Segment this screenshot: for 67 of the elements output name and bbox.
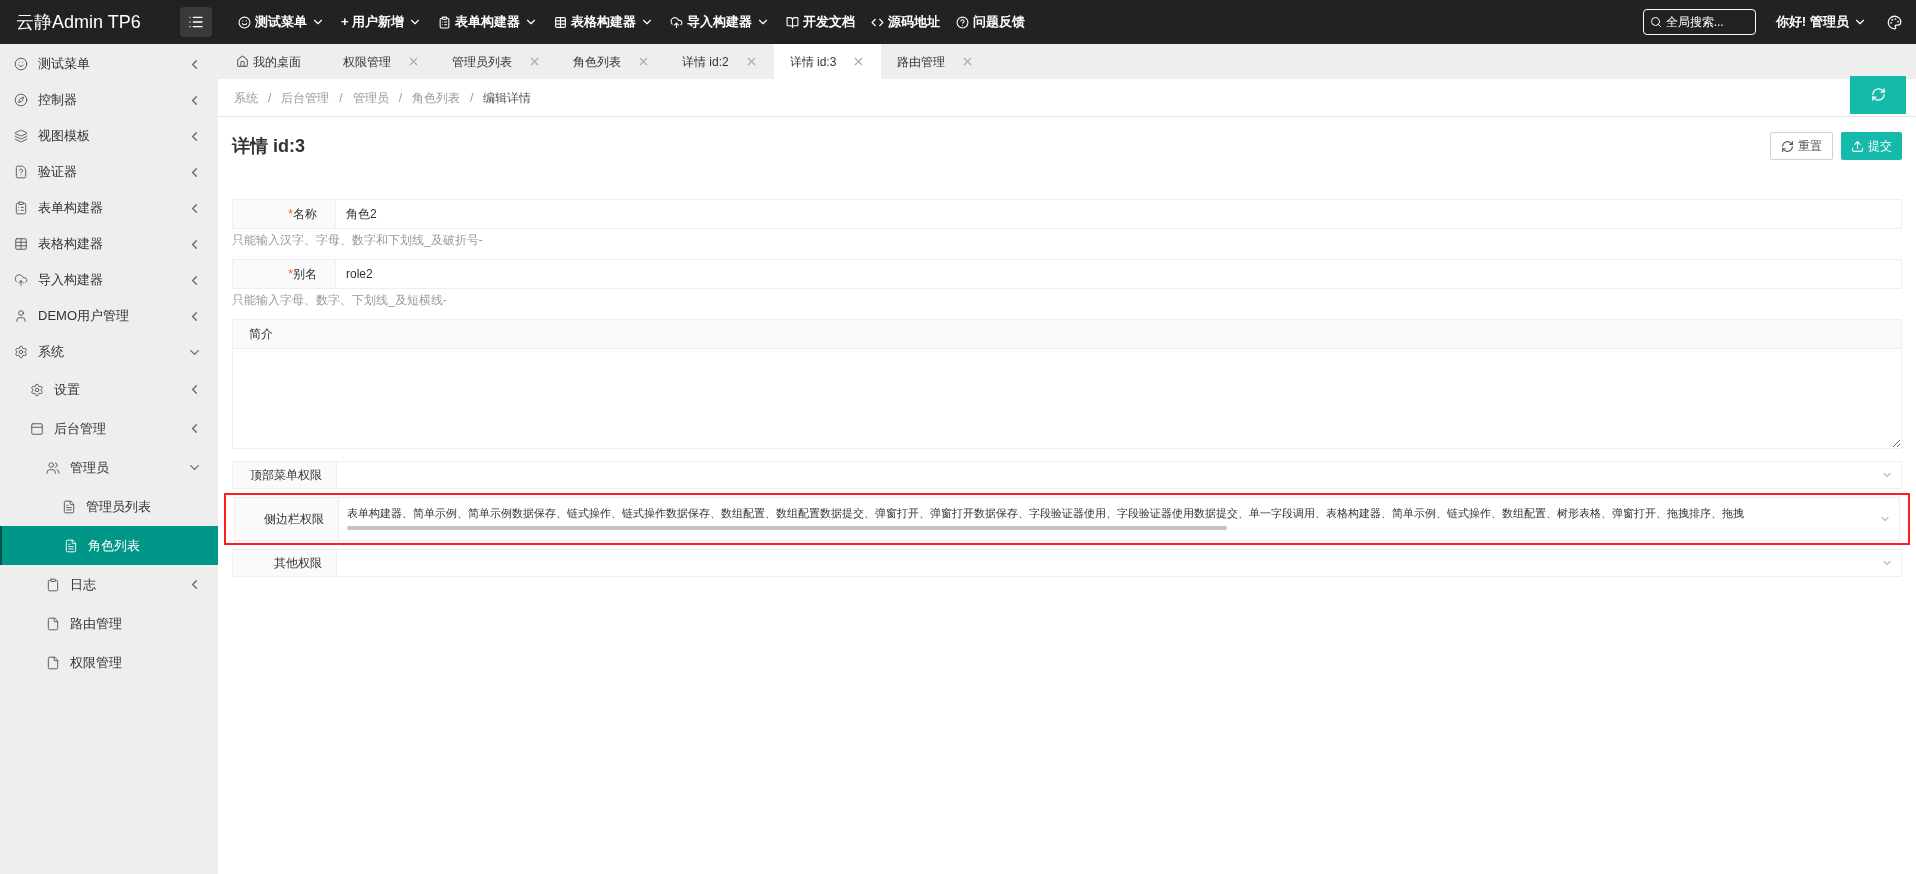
nav-icon: [238, 15, 251, 29]
sidebar-item[interactable]: 表单构建器: [0, 190, 218, 226]
tab[interactable]: 路由管理: [881, 44, 991, 79]
tab[interactable]: 我的桌面: [220, 44, 327, 79]
field-label: *名称: [288, 206, 317, 223]
text-field[interactable]: 角色2: [336, 199, 1902, 229]
sidebar-item[interactable]: 权限管理: [0, 643, 218, 682]
sidebar-item[interactable]: 测试菜单: [0, 46, 218, 82]
tab[interactable]: 角色列表: [557, 44, 666, 79]
sidebar-item[interactable]: 日志: [0, 565, 218, 604]
field-hint: 只能输入字母、数字、下划线_及短横线-: [232, 292, 448, 309]
sidebar-item[interactable]: 系统: [0, 334, 218, 370]
tab[interactable]: 权限管理: [327, 44, 436, 79]
palette-icon[interactable]: [1887, 14, 1902, 30]
field-label: *别名: [288, 266, 317, 283]
field-label: 简介: [249, 326, 273, 343]
sidebar-item[interactable]: 管理员: [0, 448, 218, 487]
nav-item[interactable]: 表格构建器: [546, 0, 663, 44]
user-menu[interactable]: 管理员: [1810, 12, 1867, 32]
nav-item[interactable]: 问题反馈: [948, 0, 1034, 44]
nav-item[interactable]: 表单构建器: [430, 0, 547, 44]
sidebar-item[interactable]: 设置: [0, 370, 218, 409]
sidebar-item[interactable]: DEMO用户管理: [0, 298, 218, 334]
breadcrumb-separator: /: [268, 89, 272, 107]
logo: 云静Admin TP6: [15, 10, 142, 34]
nav-icon: [956, 15, 970, 29]
greeting: 你好!: [1775, 13, 1806, 32]
breadcrumb-separator: /: [339, 89, 343, 107]
text-field[interactable]: role2: [336, 259, 1902, 289]
breadcrumb-separator: /: [470, 89, 474, 107]
sidebar-item[interactable]: 控制器: [0, 82, 218, 118]
tab[interactable]: 详情 id:2: [666, 44, 774, 79]
nav-item[interactable]: 源码地址: [863, 0, 949, 44]
tab[interactable]: 管理员列表: [436, 44, 557, 79]
breadcrumb-separator: /: [398, 89, 403, 107]
refresh-button[interactable]: [1850, 75, 1906, 114]
search-field[interactable]: 全局搜索...: [1642, 9, 1756, 35]
sidebar-item[interactable]: 导入构建器: [0, 262, 218, 298]
field-hint: 只能输入汉字、字母、数字和下划线_及破折号-: [232, 232, 484, 249]
sidebar-item[interactable]: 管理员列表: [0, 487, 218, 526]
sidebar-item[interactable]: 视图模板: [0, 118, 218, 154]
refresh-icon: [1870, 87, 1886, 102]
nav-icon: [786, 15, 800, 29]
sidebar-item[interactable]: 角色列表: [0, 526, 218, 565]
page-title: 详情 id:3: [232, 134, 305, 158]
nav-item[interactable]: 导入构建器: [662, 0, 779, 44]
sidebar-item[interactable]: 验证器: [0, 154, 218, 190]
reset-button[interactable]: 重置: [1770, 132, 1833, 160]
nav-item[interactable]: + 用户新增: [333, 0, 431, 44]
nav-icon: [554, 15, 568, 29]
sidebar-item[interactable]: 表格构建器: [0, 226, 218, 262]
sidebar-item[interactable]: 后台管理: [0, 409, 218, 448]
close-icon[interactable]: [407, 55, 420, 68]
close-icon[interactable]: [637, 55, 650, 68]
tab[interactable]: 详情 id:3: [773, 44, 882, 79]
close-icon[interactable]: [528, 55, 541, 68]
textarea-field[interactable]: [232, 349, 1902, 449]
home-icon: [236, 55, 249, 68]
menu-toggle-button[interactable]: [180, 7, 212, 37]
upload-icon: [1851, 139, 1864, 153]
nav-icon: [670, 15, 684, 29]
search-icon: [1649, 16, 1662, 28]
refresh-icon: [1781, 139, 1794, 153]
nav-item[interactable]: 测试菜单: [230, 0, 333, 44]
nav-item[interactable]: 开发文档: [778, 0, 864, 44]
sidebar-item[interactable]: 路由管理: [0, 604, 218, 643]
nav-icon: [438, 15, 452, 29]
